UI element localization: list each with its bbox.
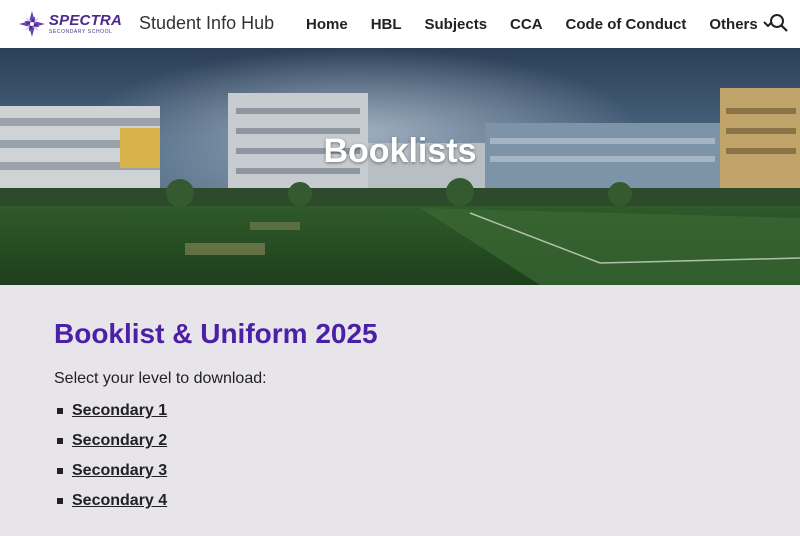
nav-home-label: Home [306,15,348,33]
list-item: Secondary 2 [54,426,167,456]
nav-subjects[interactable]: Subjects [425,16,488,33]
list-item: Secondary 4 [54,486,167,516]
secondary-1-link[interactable]: Secondary 1 [72,402,167,420]
list-item: Secondary 3 [54,456,167,486]
site-header: SPECTRA SECONDARY SCHOOL Student Info Hu… [0,0,800,48]
list-item: Secondary 1 [54,396,167,426]
nav-others-dropdown[interactable]: Others [709,16,773,33]
nav-code-of-conduct[interactable]: Code of Conduct [566,16,687,33]
school-logo[interactable]: SPECTRA SECONDARY SCHOOL [18,8,122,40]
logo-subtitle: SECONDARY SCHOOL [48,29,113,35]
secondary-3-link[interactable]: Secondary 3 [72,462,167,480]
nav-hbl[interactable]: HBL [371,16,402,33]
main-nav: Home HBL Subjects CCA Code of Conduct Ot… [306,0,797,48]
star-logo-icon [18,10,45,38]
nav-code-of-conduct-label: Code of Conduct [565,15,687,33]
bullet-icon [57,408,63,414]
logo-text: SPECTRA SECONDARY SCHOOL [49,13,122,35]
search-icon[interactable] [769,13,789,33]
logo-wordmark: SPECTRA [48,12,122,29]
page-title: Booklists [323,132,477,170]
bullet-icon [57,468,63,474]
bullet-icon [57,498,63,504]
secondary-4-link[interactable]: Secondary 4 [72,492,167,510]
secondary-2-link[interactable]: Secondary 2 [72,432,167,450]
nav-others-label: Others [709,15,758,33]
nav-cca[interactable]: CCA [510,16,543,33]
bullet-icon [57,438,63,444]
section-heading: Booklist & Uniform 2025 [54,318,378,349]
nav-cca-label: CCA [510,15,543,33]
level-list: Secondary 1 Secondary 2 Secondary 3 Seco… [54,396,167,516]
hero-banner: Booklists [0,48,800,285]
site-title[interactable]: Student Info Hub [139,13,274,34]
intro-text: Select your level to download: [54,370,267,387]
nav-hbl-label: HBL [370,15,402,33]
nav-subjects-label: Subjects [424,15,488,33]
nav-home[interactable]: Home [306,16,348,33]
main-content: Booklist & Uniform 2025 Select your leve… [0,285,800,536]
